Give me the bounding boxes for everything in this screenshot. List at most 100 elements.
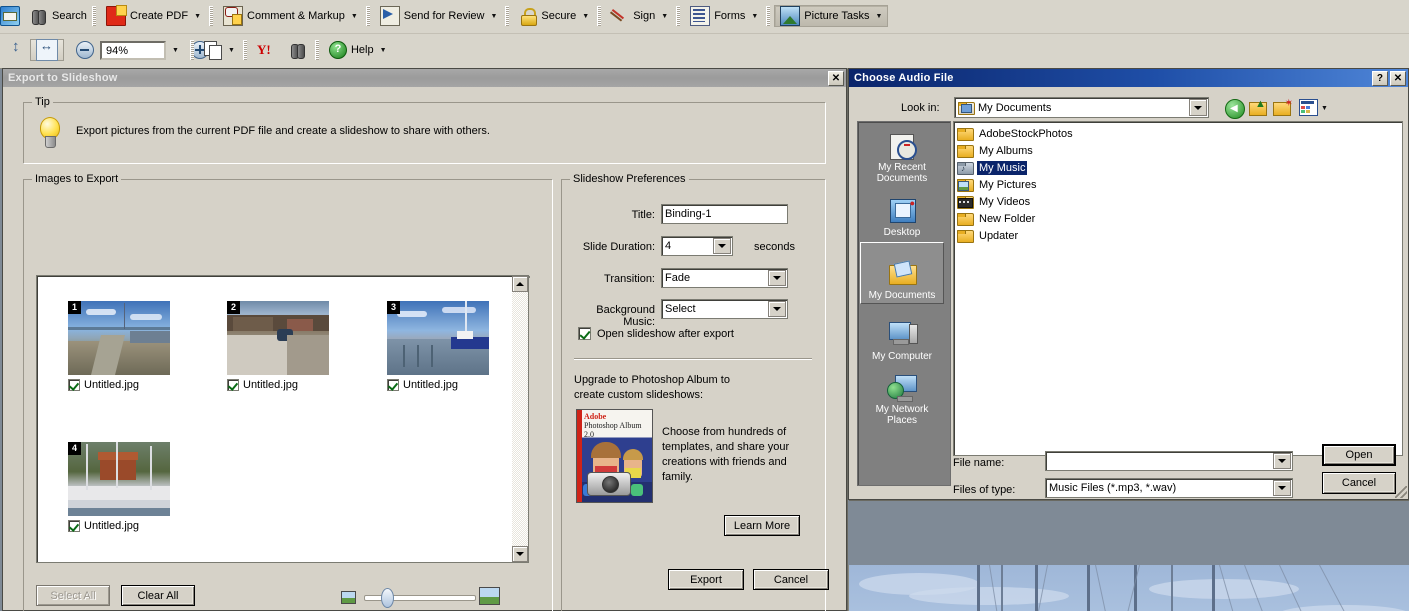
file-list-item[interactable]: ♪ My Music (954, 159, 1402, 176)
thumbnail-item[interactable]: 3 Untitled.jpg (387, 301, 489, 391)
back-icon[interactable]: ◀ (1225, 99, 1245, 119)
thumbnail-size-slider-thumb[interactable] (381, 588, 394, 608)
comment-markup-button[interactable]: Comment & Markup ▼ (217, 5, 364, 27)
chevron-down-icon[interactable]: ▼ (194, 13, 201, 20)
help-icon[interactable]: ? (1372, 70, 1388, 86)
thumbnail-image[interactable]: 3 (387, 301, 489, 375)
chevron-down-icon[interactable]: ▼ (876, 13, 883, 20)
chevron-down-icon[interactable]: ▼ (172, 47, 179, 54)
export-dialog-titlebar[interactable]: Export to Slideshow ✕ (3, 69, 846, 87)
scroll-up-button[interactable] (512, 276, 528, 292)
toolbar-grip[interactable] (209, 6, 214, 26)
transition-select[interactable]: Fade (661, 268, 788, 288)
chevron-down-icon[interactable] (713, 238, 731, 254)
export-cancel-button[interactable]: Cancel (753, 569, 829, 590)
audio-dialog-titlebar[interactable]: Choose Audio File ? ✕ (849, 69, 1408, 87)
scroll-mode-button[interactable] (2, 38, 30, 61)
open-button[interactable]: Open (1322, 444, 1396, 466)
toolbar-grip[interactable] (92, 6, 96, 26)
thumbnail-item[interactable]: 1 Untitled.jpg (68, 301, 170, 391)
toolbar-grip[interactable] (242, 40, 247, 60)
search-button[interactable]: Search (24, 5, 93, 27)
chevron-down-icon[interactable]: ▼ (351, 13, 358, 20)
up-one-level-icon[interactable]: ▲ (1249, 99, 1267, 116)
picture-tasks-button[interactable]: Picture Tasks ▼ (774, 5, 889, 27)
file-list-item[interactable]: Updater (954, 227, 1402, 244)
chevron-down-icon[interactable] (768, 301, 786, 317)
thumbnail-checkbox[interactable] (68, 520, 80, 532)
zoom-level-input[interactable]: 94% (100, 40, 166, 60)
create-new-folder-icon[interactable]: ✶ (1273, 99, 1293, 116)
forms-button[interactable]: Forms ▼ (684, 5, 764, 27)
chevron-down-icon[interactable] (1273, 453, 1291, 469)
create-pdf-button[interactable]: Create PDF ▼ (100, 5, 207, 27)
file-list-item[interactable]: My Videos (954, 193, 1402, 210)
place-label: My Computer (871, 351, 932, 362)
chevron-down-icon[interactable] (768, 270, 786, 286)
learn-more-button[interactable]: Learn More (724, 515, 800, 536)
chevron-down-icon[interactable]: ▼ (582, 13, 589, 20)
thumbnail-checkbox[interactable] (387, 379, 399, 391)
views-icon[interactable] (1299, 99, 1318, 116)
chevron-down-icon[interactable]: ▼ (228, 47, 235, 54)
thumbnail-image[interactable]: 1 (68, 301, 170, 375)
slideshow-title-input[interactable]: Binding-1 (661, 204, 788, 224)
file-list-item[interactable]: New Folder (954, 210, 1402, 227)
toolbar-grip[interactable] (365, 6, 370, 26)
thumbnail-scrollbar[interactable] (512, 276, 528, 562)
fit-width-button[interactable] (30, 38, 64, 61)
thumbnail-checkbox[interactable] (68, 379, 80, 391)
file-list-item[interactable]: My Albums (954, 142, 1402, 159)
chevron-down-icon[interactable]: ▼ (1321, 105, 1328, 112)
background-music-select[interactable]: Select (661, 299, 788, 319)
chevron-down-icon[interactable] (1273, 480, 1291, 496)
zoom-out-button[interactable] (70, 39, 100, 61)
thumbnail-item[interactable]: 4 Untitled.jpg (68, 442, 170, 532)
toolbar-grip[interactable] (676, 6, 681, 26)
page-layout-button[interactable]: ▼ (198, 39, 241, 61)
close-icon[interactable]: ✕ (828, 70, 844, 86)
sign-button[interactable]: Sign ▼ (605, 5, 674, 27)
slide-duration-select[interactable]: 4 (661, 236, 733, 256)
chevron-down-icon[interactable]: ▼ (490, 13, 497, 20)
file-list[interactable]: AdobeStockPhotos My Albums ♪ My Music My… (953, 121, 1403, 456)
thumbnail-list[interactable]: 1 Untitled.jpg 2 Untitled.jpg 3 Untitled… (36, 275, 529, 563)
place-desktop[interactable]: ● Desktop (860, 186, 944, 240)
file-list-item[interactable]: My Pictures (954, 176, 1402, 193)
place-my-network-places[interactable]: My Network Places (860, 366, 944, 428)
open-after-export-checkbox[interactable] (578, 327, 591, 340)
file-list-item[interactable]: AdobeStockPhotos (954, 125, 1402, 142)
help-button[interactable]: ? Help ▼ (323, 39, 393, 61)
open-after-export-row[interactable]: Open slideshow after export (578, 327, 734, 340)
chevron-down-icon[interactable] (1189, 99, 1207, 116)
chevron-down-icon[interactable]: ▼ (751, 13, 758, 20)
place-my-recent-documents[interactable]: My Recent Documents (860, 124, 944, 186)
chevron-down-icon[interactable]: ▼ (380, 47, 387, 54)
select-all-button[interactable]: Select All (36, 585, 110, 606)
clear-all-button[interactable]: Clear All (121, 585, 195, 606)
export-button[interactable]: Export (668, 569, 744, 590)
audio-cancel-button[interactable]: Cancel (1322, 472, 1396, 494)
toolbar-grip[interactable] (190, 40, 194, 60)
thumbnail-item[interactable]: 2 Untitled.jpg (227, 301, 329, 391)
chevron-down-icon[interactable]: ▼ (661, 13, 668, 20)
resize-grip[interactable] (1395, 486, 1407, 498)
close-icon[interactable]: ✕ (1390, 70, 1406, 86)
scroll-down-button[interactable] (512, 546, 528, 562)
place-my-documents[interactable]: My Documents (860, 242, 944, 304)
place-my-computer[interactable]: My Computer (860, 306, 944, 364)
toolbar-grip[interactable] (314, 40, 319, 60)
toolbar-grip[interactable] (766, 6, 771, 26)
secure-button[interactable]: Secure ▼ (513, 5, 595, 27)
toolbar-grip[interactable] (597, 6, 602, 26)
toolbar-grip[interactable] (505, 6, 510, 26)
thumbnail-checkbox[interactable] (227, 379, 239, 391)
places-bar: My Recent Documents ● Desktop My Documen… (857, 121, 951, 486)
thumbnail-image[interactable]: 4 (68, 442, 170, 516)
send-for-review-button[interactable]: Send for Review ▼ (374, 5, 504, 27)
thumbnail-image[interactable]: 2 (227, 301, 329, 375)
file-name-input[interactable] (1045, 451, 1293, 471)
yahoo-toolbar-button[interactable]: Y! (251, 39, 313, 61)
look-in-select[interactable]: My Documents (954, 97, 1209, 118)
files-of-type-select[interactable]: Music Files (*.mp3, *.wav) (1045, 478, 1293, 498)
